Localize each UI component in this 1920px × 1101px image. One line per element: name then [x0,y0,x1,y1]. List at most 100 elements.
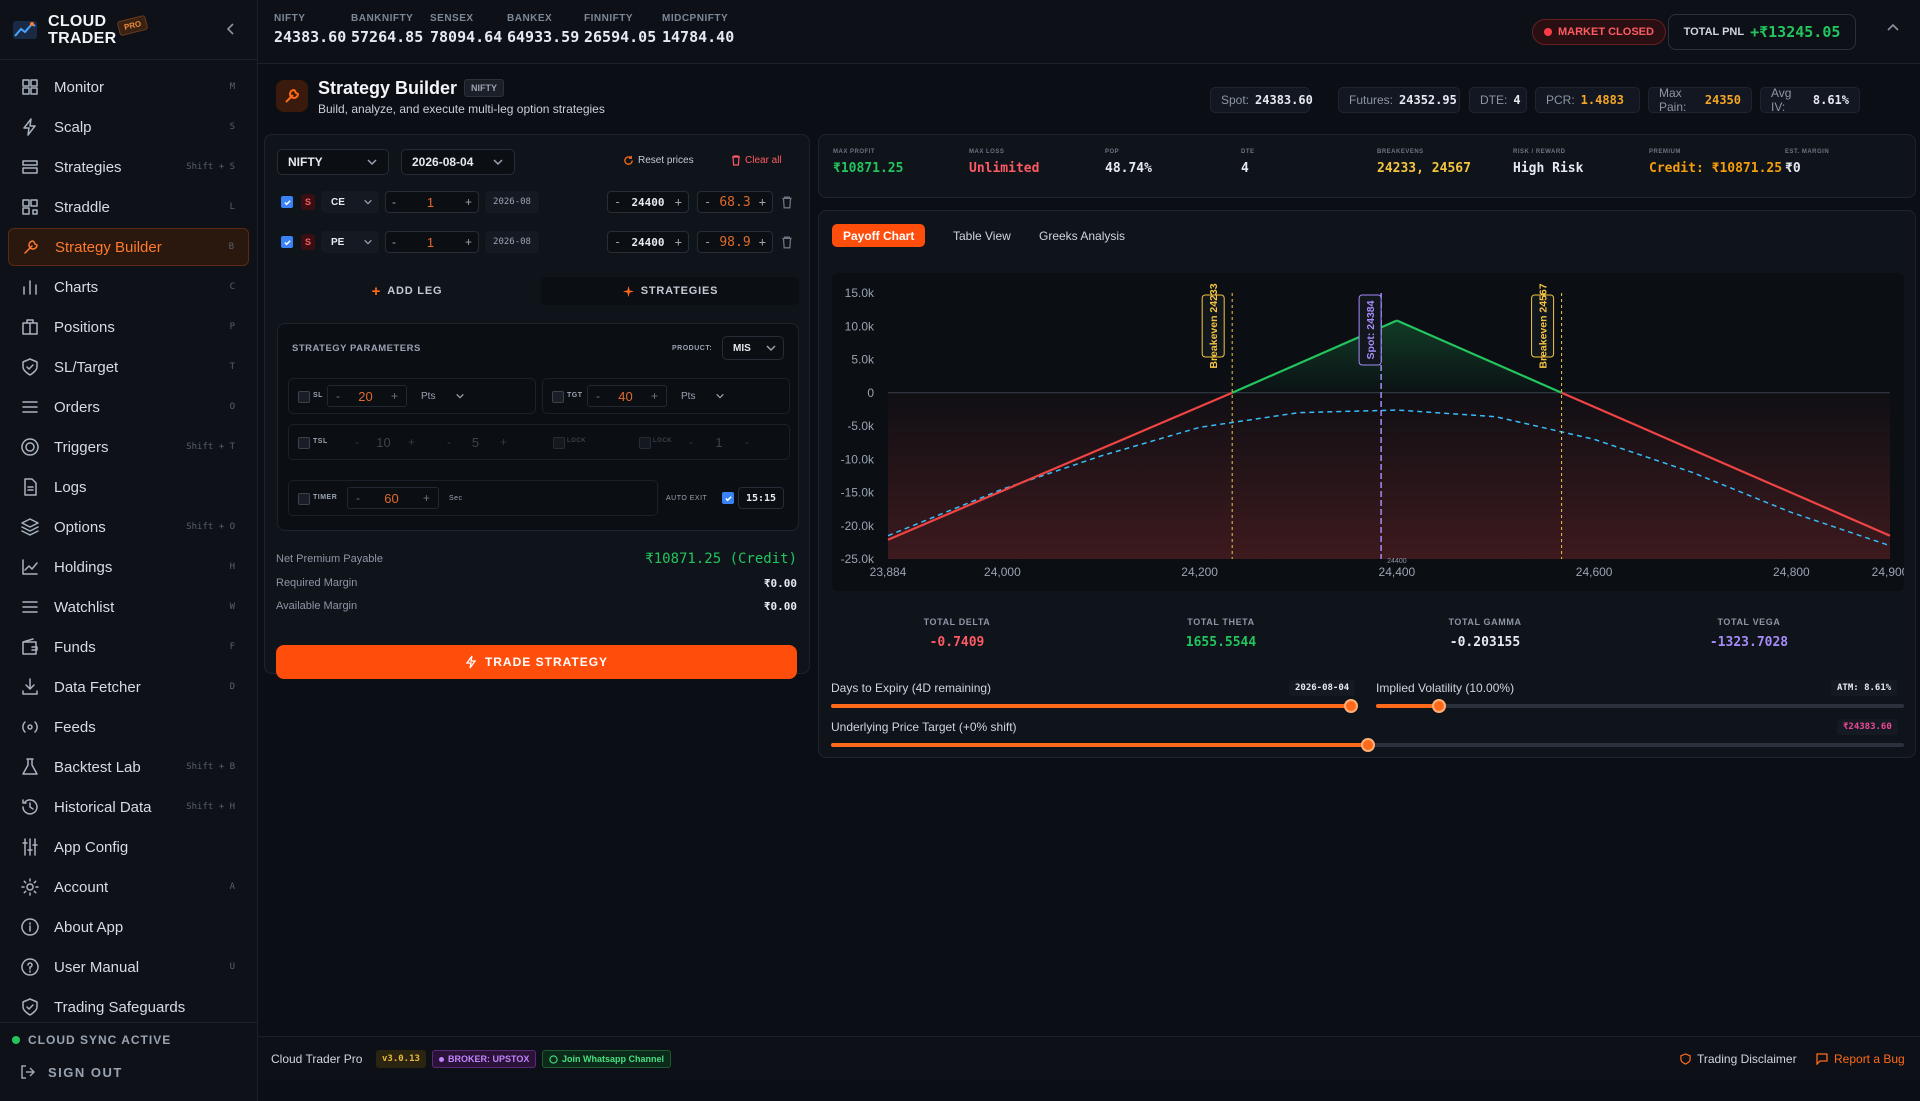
lock-stepper[interactable]: -1- [681,431,757,453]
tab-payoff-chart[interactable]: Payoff Chart [832,224,926,247]
option-type-select[interactable]: PE [321,231,379,253]
sidebar-item-funds[interactable]: Funds F [8,628,249,666]
product-label: PRODUCT: [672,345,713,352]
index-finnifty[interactable]: FINNIFTY 26594.05 [584,13,656,46]
tgt-unit-select[interactable]: Pts [673,385,733,407]
trash-icon[interactable] [781,196,793,209]
sidebar-item-account[interactable]: Account A [8,868,249,906]
greek-value: -1323.7028 [1709,635,1789,650]
dte-slider[interactable] [831,699,1358,713]
greek-label: TOTAL VEGA [1717,617,1781,627]
timer-stepper[interactable]: -60 + [347,487,439,509]
sidebar-item-positions[interactable]: Positions P [8,308,249,346]
lock-checkbox[interactable] [553,437,565,449]
leg-expiry[interactable]: 2026-08 [485,191,539,213]
price-slider[interactable] [831,738,1904,752]
index-midcpnifty[interactable]: MIDCPNIFTY 14784.40 [662,13,734,46]
price-value: 98.9 [719,234,751,250]
sidebar-item-straddle[interactable]: Straddle L [8,188,249,226]
sl-unit-select[interactable]: Pts [413,385,473,407]
sidebar-item-holdings[interactable]: Holdings H [8,548,249,586]
auto-exit-time[interactable]: 15:15 [738,487,784,509]
footer-app-name: Cloud Trader Pro [271,1052,363,1066]
timer-checkbox[interactable] [298,493,310,505]
symbol-select[interactable]: NIFTY [277,149,389,175]
strategies-label: STRATEGIES [640,285,719,297]
sidebar-item-monitor[interactable]: Monitor M [8,68,249,106]
price-slider-knob[interactable] [1360,738,1375,752]
strategies-button[interactable]: STRATEGIES [541,277,799,305]
wrench-icon [21,237,41,257]
auto-exit-checkbox[interactable] [722,492,734,504]
sidebar-item-about-app[interactable]: About App [8,908,249,946]
index-name: BANKNIFTY [351,13,414,24]
trading-disclaimer-link[interactable]: Trading Disclaimer [1680,1052,1797,1066]
metric-value: Unlimited [969,161,1040,176]
strike-stepper[interactable]: -24400 + [607,191,689,213]
leg-expiry[interactable]: 2026-08 [485,231,539,253]
lock-x-checkbox[interactable] [639,437,651,449]
tsl-a-stepper[interactable]: -10 + [347,431,423,453]
sidebar-item-user-manual[interactable]: User Manual U [8,948,249,986]
sidebar-item-strategies[interactable]: Strategies Shift + S [8,148,249,186]
qty-stepper[interactable]: -1 + [385,231,479,253]
shield-icon [20,997,40,1017]
sidebar-item-options[interactable]: Options Shift + O [8,508,249,546]
tsl-checkbox[interactable] [298,437,310,449]
trash-icon[interactable] [781,236,793,249]
sl-checkbox[interactable] [298,391,310,403]
iv-slider[interactable] [1376,699,1904,713]
sidebar-item-backtest-lab[interactable]: Backtest Lab Shift + B [8,748,249,786]
expiry-select[interactable]: 2026-08-04 [401,149,515,175]
chevron-up-icon[interactable] [1886,22,1900,32]
strike-stepper[interactable]: -24400 + [607,231,689,253]
sidebar-item-charts[interactable]: Charts C [8,268,249,306]
sidebar-item-triggers[interactable]: Triggers Shift + T [8,428,249,466]
sidebar-item-scalp[interactable]: Scalp S [8,108,249,146]
trade-strategy-button[interactable]: TRADE STRATEGY [276,645,797,679]
sl-stepper[interactable]: -20 + [327,385,407,407]
sidebar-item-strategy-builder[interactable]: Strategy Builder B [8,228,249,266]
index-nifty[interactable]: NIFTY 24383.60 [274,13,346,46]
leg-row: S CE -1 + 2026-08 -24400 + -68.3 + [281,187,795,217]
total-pnl[interactable]: TOTAL PNL +₹13245.05 [1668,14,1856,50]
iv-slider-knob[interactable] [1432,699,1447,713]
sidebar-item-feeds[interactable]: Feeds [8,708,249,746]
product-select[interactable]: MIS [722,336,784,360]
price-stepper[interactable]: -68.3 + [697,191,773,213]
sidebar-item-logs[interactable]: Logs [8,468,249,506]
sell-badge[interactable]: S [301,194,315,210]
sell-badge[interactable]: S [301,234,315,250]
broker-dot [439,1056,444,1062]
option-type-select[interactable]: CE [321,191,379,213]
sidebar-item-watchlist[interactable]: Watchlist W [8,588,249,626]
sidebar-item-data-fetcher[interactable]: Data Fetcher D [8,668,249,706]
leg-checkbox[interactable] [281,236,293,248]
sidebar-item-orders[interactable]: Orders O [8,388,249,426]
sign-out-button[interactable]: SIGN OUT [20,1064,123,1080]
tgt-stepper[interactable]: -40 + [587,385,667,407]
clear-all-button[interactable]: Clear all [731,155,782,166]
index-sensex[interactable]: SENSEX 78094.64 [430,13,502,46]
price-stepper[interactable]: -98.9 + [697,231,773,253]
index-banknifty[interactable]: BANKNIFTY 57264.85 [351,13,423,46]
tgt-checkbox[interactable] [552,391,564,403]
whatsapp-link[interactable]: Join Whatsapp Channel [542,1050,672,1068]
tsl-b-stepper[interactable]: -5 + [439,431,515,453]
report-bug-link[interactable]: Report a Bug [1816,1052,1905,1066]
chevron-left-icon[interactable] [225,22,237,36]
tab-table-view[interactable]: Table View [942,224,1022,247]
tab-greeks-analysis[interactable]: Greeks Analysis [1028,224,1136,247]
sidebar-item-trading-safeguards[interactable]: Trading Safeguards [8,988,249,1026]
add-leg-button[interactable]: + ADD LEG [277,277,537,305]
qty-stepper[interactable]: -1 + [385,191,479,213]
sidebar-item-sl-target[interactable]: SL/Target T [8,348,249,386]
leg-checkbox[interactable] [281,196,293,208]
sidebar-item-historical-data[interactable]: Historical Data Shift + H [8,788,249,826]
index-bankex[interactable]: BANKEX 64933.59 [507,13,579,46]
dte-slider-knob[interactable] [1344,699,1358,713]
check-icon [724,495,732,501]
stat-value: 24352.95 [1399,93,1457,107]
reset-prices-button[interactable]: Reset prices [623,155,694,166]
sidebar-item-app-config[interactable]: App Config [8,828,249,866]
